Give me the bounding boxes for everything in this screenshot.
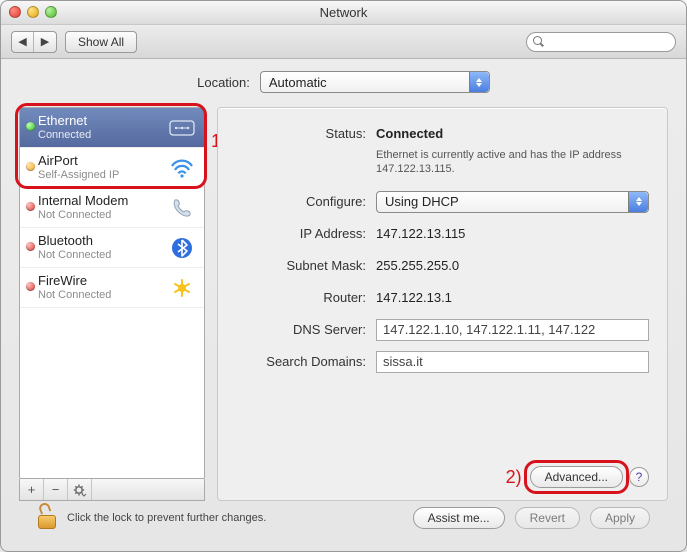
mask-label: Subnet Mask: — [228, 258, 366, 273]
service-list: Ethernet Connected AirPort Self-Assigned… — [19, 107, 205, 479]
location-select[interactable]: Automatic — [260, 71, 490, 93]
service-status: Connected — [38, 129, 168, 141]
sidebar-item-bluetooth[interactable]: Bluetooth Not Connected — [20, 228, 204, 268]
mask-value: 255.255.255.0 — [376, 258, 459, 273]
annotation-label-2: 2) — [506, 467, 522, 488]
close-button[interactable] — [9, 6, 21, 18]
sidebar-item-modem[interactable]: Internal Modem Not Connected — [20, 188, 204, 228]
sidebar-tools: + − — [19, 479, 205, 501]
service-name: Ethernet — [38, 114, 168, 128]
ethernet-icon — [168, 114, 196, 142]
dns-field[interactable]: 147.122.1.10, 147.122.1.11, 147.122 — [376, 319, 649, 341]
ip-value: 147.122.13.115 — [376, 226, 465, 241]
advanced-row: 2) Advanced... ? — [506, 466, 649, 488]
domains-label: Search Domains: — [228, 354, 366, 369]
minimize-button[interactable] — [27, 6, 39, 18]
status-dot-icon — [26, 122, 35, 131]
sidebar-item-firewire[interactable]: FireWire Not Connected — [20, 268, 204, 308]
nav-segmented: ◀ ▶ — [11, 31, 57, 53]
status-dot-icon — [26, 202, 35, 211]
configure-select[interactable]: Using DHCP — [376, 191, 649, 213]
select-stepper-icon — [469, 72, 489, 92]
apply-button[interactable]: Apply — [590, 507, 650, 529]
assist-button[interactable]: Assist me... — [413, 507, 505, 529]
revert-button[interactable]: Revert — [515, 507, 580, 529]
status-dot-icon — [26, 162, 35, 171]
service-status: Not Connected — [38, 289, 168, 301]
show-all-button[interactable]: Show All — [65, 31, 137, 53]
dns-label: DNS Server: — [228, 322, 366, 337]
status-dot-icon — [26, 242, 35, 251]
gear-icon — [73, 483, 87, 497]
detail-panel: Status: Connected Ethernet is currently … — [217, 107, 668, 501]
service-name: AirPort — [38, 154, 168, 168]
search-field[interactable] — [526, 32, 676, 52]
network-prefs-window: Network ◀ ▶ Show All Location: Automatic — [0, 0, 687, 552]
back-button[interactable]: ◀ — [12, 32, 34, 52]
main-area: Ethernet Connected AirPort Self-Assigned… — [19, 107, 668, 501]
status-value: Connected — [376, 126, 443, 141]
ip-label: IP Address: — [228, 226, 366, 241]
titlebar: Network — [1, 1, 686, 25]
advanced-button[interactable]: Advanced... — [530, 466, 623, 488]
wifi-icon — [168, 154, 196, 182]
forward-button[interactable]: ▶ — [34, 32, 56, 52]
service-name: FireWire — [38, 274, 168, 288]
service-name: Bluetooth — [38, 234, 168, 248]
lock-area: Click the lock to prevent further change… — [37, 505, 266, 531]
status-description: Ethernet is currently active and has the… — [376, 148, 636, 177]
lock-icon[interactable] — [37, 505, 59, 531]
bluetooth-icon — [168, 234, 196, 262]
service-status: Self-Assigned IP — [38, 169, 168, 181]
zoom-button[interactable] — [45, 6, 57, 18]
lock-text: Click the lock to prevent further change… — [67, 512, 266, 524]
traffic-lights — [9, 6, 57, 18]
toolbar: ◀ ▶ Show All — [1, 25, 686, 59]
sidebar-wrap: Ethernet Connected AirPort Self-Assigned… — [19, 107, 205, 501]
configure-value: Using DHCP — [385, 194, 459, 209]
configure-label: Configure: — [228, 194, 366, 209]
domains-field[interactable]: sissa.it — [376, 351, 649, 373]
location-row: Location: Automatic — [19, 71, 668, 93]
search-input[interactable] — [546, 36, 669, 48]
search-icon — [533, 36, 542, 47]
router-label: Router: — [228, 290, 366, 305]
phone-icon — [168, 194, 196, 222]
window-title: Network — [320, 5, 368, 20]
footer: Click the lock to prevent further change… — [19, 501, 668, 541]
select-stepper-icon — [628, 192, 648, 212]
router-value: 147.122.13.1 — [376, 290, 452, 305]
body: Location: Automatic Ethernet Connected — [1, 59, 686, 551]
status-label: Status: — [228, 126, 366, 141]
service-name: Internal Modem — [38, 194, 168, 208]
firewire-icon — [168, 274, 196, 302]
service-status: Not Connected — [38, 209, 168, 221]
sidebar-item-airport[interactable]: AirPort Self-Assigned IP — [20, 148, 204, 188]
help-button[interactable]: ? — [629, 467, 649, 487]
status-dot-icon — [26, 282, 35, 291]
location-label: Location: — [197, 75, 250, 90]
service-status: Not Connected — [38, 249, 168, 261]
location-value: Automatic — [269, 75, 327, 90]
add-service-button[interactable]: + — [20, 479, 44, 500]
service-actions-button[interactable] — [68, 479, 92, 500]
sidebar-item-ethernet[interactable]: Ethernet Connected — [20, 108, 204, 148]
remove-service-button[interactable]: − — [44, 479, 68, 500]
